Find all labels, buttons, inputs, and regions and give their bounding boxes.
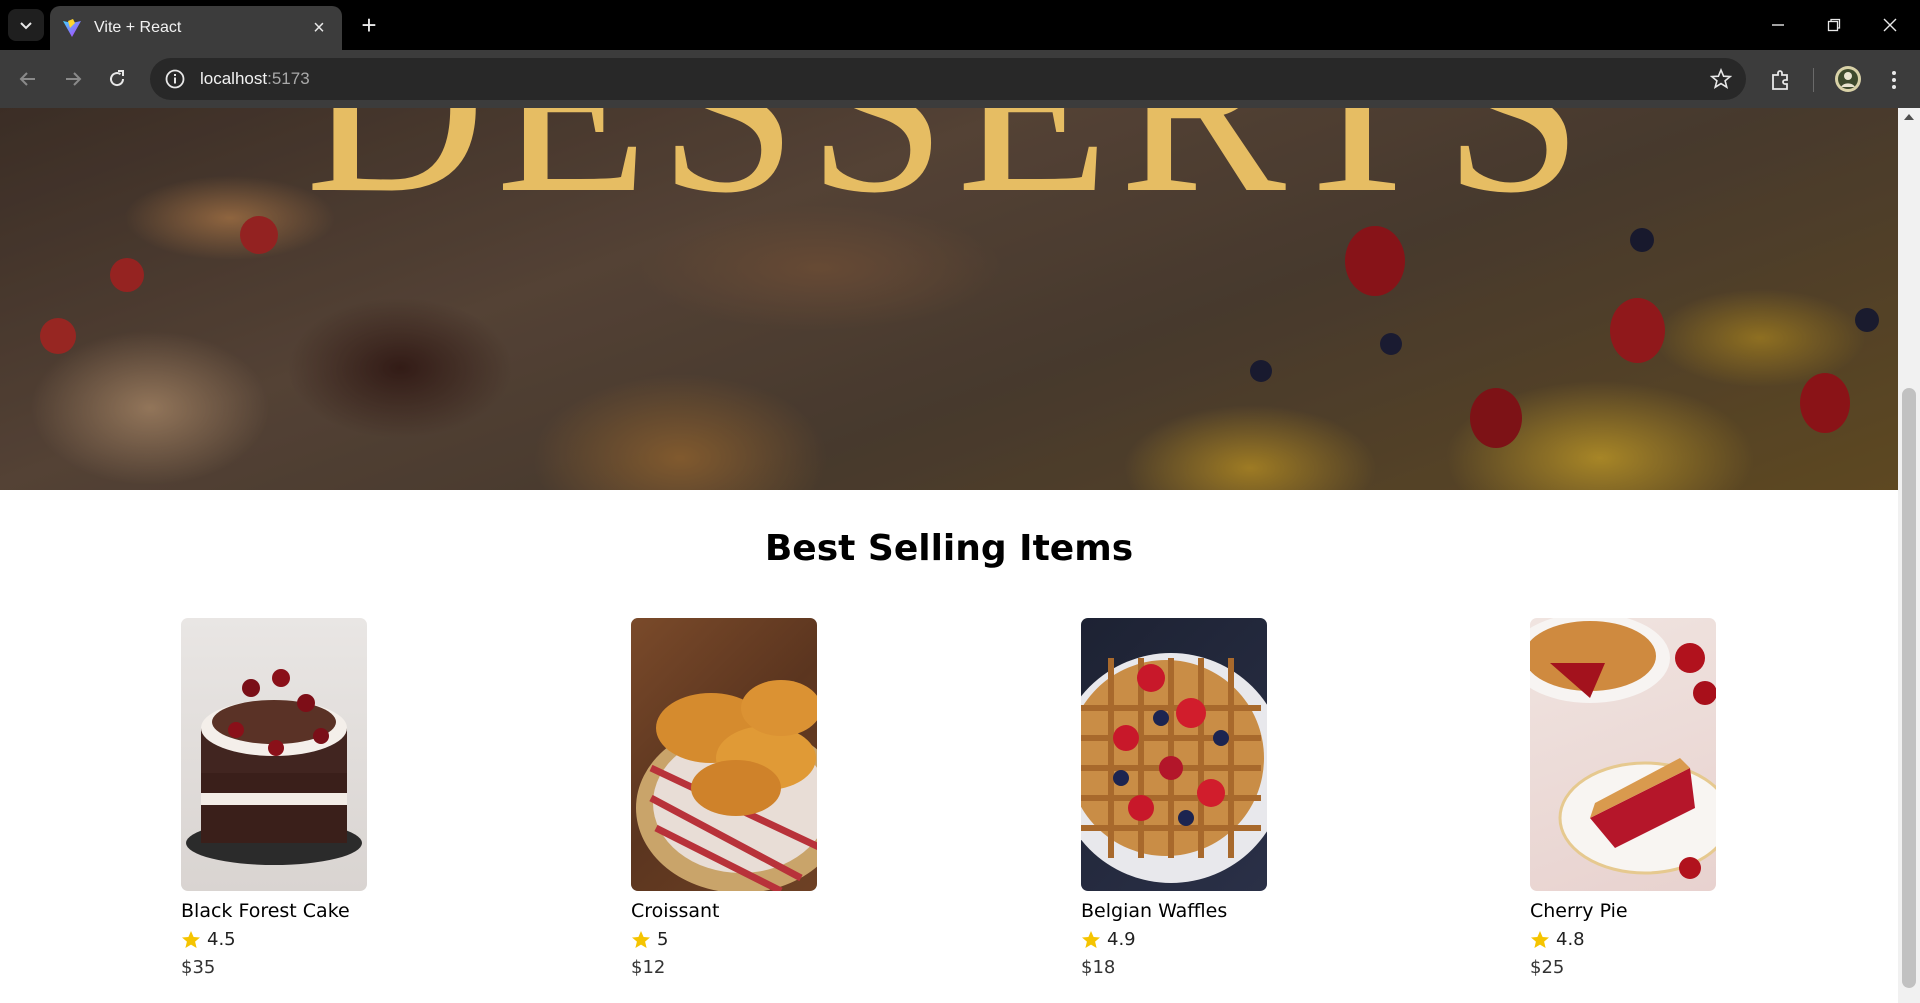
puzzle-piece-icon <box>1772 70 1788 90</box>
rating-value: 5 <box>657 929 669 950</box>
product-name: Cherry Pie <box>1530 900 1628 922</box>
cake-illustration <box>186 669 362 865</box>
product-price: $12 <box>631 957 666 978</box>
product-name: Belgian Waffles <box>1081 900 1228 922</box>
product-image-cherry-pie[interactable] <box>1530 618 1716 891</box>
address-bar[interactable]: localhost:5173 <box>150 58 1746 100</box>
restore-icon <box>1827 18 1841 32</box>
browser-tab[interactable]: Vite + React × <box>50 6 342 50</box>
minimize-button[interactable] <box>1750 0 1806 50</box>
scroll-up-arrow-icon[interactable] <box>1904 114 1914 120</box>
reload-icon <box>110 70 125 87</box>
forward-button[interactable] <box>55 61 91 97</box>
more-vertical-icon <box>1892 71 1896 89</box>
product-card[interactable]: Belgian Waffles 4.9 $18 <box>1081 618 1341 979</box>
minimize-icon <box>1772 24 1784 26</box>
page-viewport: DESSERTS Best Selling Items Black Forest… <box>0 108 1898 1003</box>
profile-avatar[interactable] <box>1834 65 1862 93</box>
url-host: localhost <box>200 69 268 88</box>
scrollbar-thumb[interactable] <box>1902 388 1916 988</box>
croissant-illustration <box>636 680 817 891</box>
star-icon <box>182 931 200 948</box>
tab-strip: Vite + React × + <box>0 0 1920 50</box>
product-image-belgian-waffles[interactable] <box>1081 618 1267 891</box>
reload-button[interactable] <box>99 61 135 97</box>
extensions-button[interactable] <box>1768 67 1794 93</box>
product-card[interactable]: Black Forest Cake 4.5 $35 <box>181 618 441 979</box>
rating-value: 4.9 <box>1107 929 1136 950</box>
rating-value: 4.5 <box>207 929 236 950</box>
toolbar-divider <box>1813 68 1814 92</box>
info-icon[interactable] <box>164 68 186 90</box>
arrow-left-icon <box>19 72 35 86</box>
chevron-down-icon <box>20 22 32 30</box>
hero-banner: DESSERTS <box>0 108 1898 490</box>
product-price: $18 <box>1081 957 1116 978</box>
back-button[interactable] <box>10 61 46 97</box>
close-icon <box>1883 18 1897 32</box>
product-rating: 4.9 <box>1081 929 1341 951</box>
vite-logo-icon <box>63 19 81 37</box>
new-tab-button[interactable]: + <box>352 9 386 41</box>
product-image-black-forest-cake[interactable] <box>181 618 367 891</box>
hero-title: DESSERTS <box>0 108 1898 232</box>
product-rating: 5 <box>631 929 891 951</box>
rating-value: 4.8 <box>1556 929 1585 950</box>
waffle-illustration <box>1081 653 1267 883</box>
close-tab-icon[interactable]: × <box>308 18 330 38</box>
product-card[interactable]: Croissant 5 $12 <box>631 618 891 979</box>
arrow-right-icon <box>66 72 82 86</box>
browser-toolbar: localhost:5173 <box>0 50 1920 108</box>
product-price: $35 <box>181 957 216 978</box>
page-scrollbar[interactable] <box>1898 108 1920 1003</box>
product-name: Black Forest Cake <box>181 900 350 922</box>
product-price: $25 <box>1530 957 1565 978</box>
browser-menu-button[interactable] <box>1881 67 1907 93</box>
product-name: Croissant <box>631 900 720 922</box>
restore-button[interactable] <box>1806 0 1862 50</box>
product-rating: 4.5 <box>181 929 441 951</box>
product-rating: 4.8 <box>1530 929 1790 951</box>
best-selling-heading: Best Selling Items <box>764 528 1134 569</box>
url-port: :5173 <box>267 69 310 88</box>
star-icon <box>1531 931 1549 948</box>
avatar-icon <box>1835 66 1861 92</box>
bookmark-star-icon[interactable] <box>1710 68 1732 90</box>
pie-illustration <box>1530 618 1716 879</box>
product-card[interactable]: Cherry Pie 4.8 $25 <box>1530 618 1790 979</box>
star-icon <box>632 931 650 948</box>
tab-search-button[interactable] <box>8 9 44 41</box>
tab-title: Vite + React <box>94 19 182 36</box>
product-image-croissant[interactable] <box>631 618 817 891</box>
star-icon <box>1082 931 1100 948</box>
close-window-button[interactable] <box>1862 0 1918 50</box>
